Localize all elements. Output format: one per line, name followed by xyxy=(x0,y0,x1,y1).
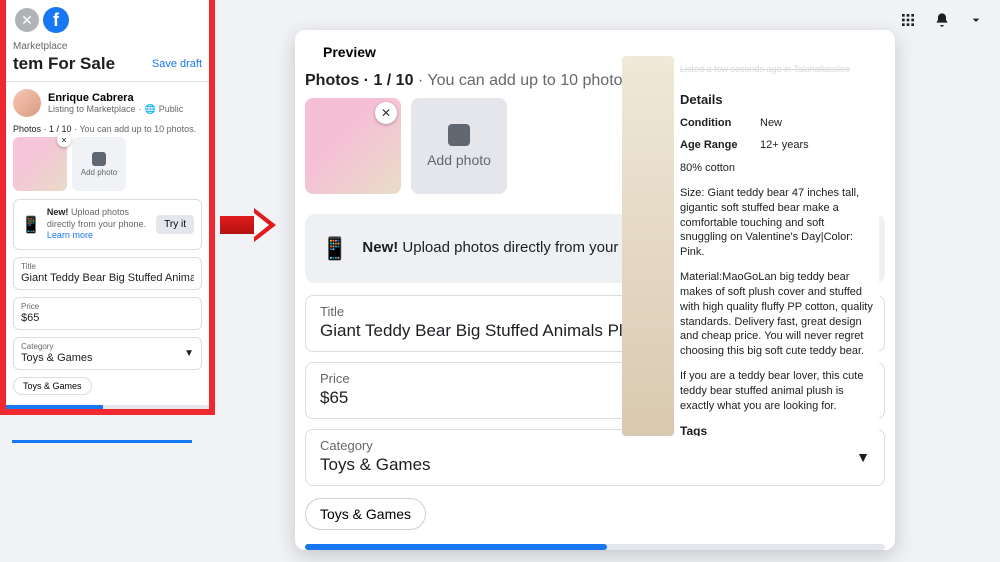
user-avatar xyxy=(13,89,41,117)
description-line: Size: Giant teddy bear 47 inches tall, g… xyxy=(680,186,873,260)
listing-details-panel: Listed a few seconds ago in Talahallassl… xyxy=(674,56,879,436)
page-title: tem For Sale xyxy=(13,54,115,74)
breadcrumb: Marketplace xyxy=(13,41,202,52)
form-progress xyxy=(6,405,209,409)
category-select[interactable]: Category Toys & Games ▼ xyxy=(305,429,885,486)
user-meta: Listing to Marketplace· 🌐 Public xyxy=(48,104,183,115)
description-line: Material:MaoGoLan big teddy bear makes o… xyxy=(680,270,873,359)
add-photo-icon xyxy=(92,152,106,166)
remove-photo-icon[interactable]: ✕ xyxy=(375,102,397,124)
photo-thumbnail[interactable]: ✕ xyxy=(305,98,401,194)
add-photo-button[interactable]: Add photo xyxy=(72,137,126,191)
globe-icon: 🌐 xyxy=(145,104,156,115)
apps-icon[interactable] xyxy=(894,6,922,34)
description-line: 80% cotton xyxy=(680,161,873,176)
photo-thumbnail[interactable]: ✕ xyxy=(13,137,67,191)
close-button[interactable]: ✕ xyxy=(15,8,39,32)
listing-photo-preview xyxy=(622,56,674,436)
chevron-down-icon: ▼ xyxy=(184,348,194,359)
listing-timestamp: Listed a few seconds ago in Talahallassl… xyxy=(680,64,873,74)
category-select[interactable]: Category Toys & Games ▼ xyxy=(13,337,202,370)
account-caret-icon[interactable] xyxy=(962,6,990,34)
tags-heading: Tags xyxy=(680,424,873,436)
user-name: Enrique Cabrera xyxy=(48,92,183,104)
left-listing-form: ✕ f Marketplace tem For Sale Save draft … xyxy=(0,0,215,415)
chevron-down-icon: ▼ xyxy=(856,449,870,465)
facebook-logo[interactable]: f xyxy=(43,7,69,33)
add-photo-button[interactable]: Add photo xyxy=(411,98,507,194)
upload-from-phone-banner: 📱 New! Upload photos directly from your … xyxy=(13,199,202,250)
remove-photo-icon[interactable]: ✕ xyxy=(57,133,71,147)
phone-icon: 📱 xyxy=(321,236,348,262)
form-progress xyxy=(305,544,885,550)
arrow-icon xyxy=(220,216,256,234)
add-photo-icon xyxy=(448,124,470,146)
try-it-button[interactable]: Try it xyxy=(156,215,194,234)
detail-row-condition: Condition New xyxy=(680,117,873,129)
description-line: If you are a teddy bear lover, this cute… xyxy=(680,369,873,414)
price-input[interactable]: Price $65 xyxy=(13,297,202,330)
photos-counter: Photos · 1 / 10 · You can add up to 10 p… xyxy=(13,124,202,134)
title-input[interactable]: Title Giant Teddy Bear Big Stuffed Anima… xyxy=(13,257,202,290)
save-draft-link[interactable]: Save draft xyxy=(152,58,202,70)
progress-bar-bottom xyxy=(12,440,192,443)
details-heading: Details xyxy=(680,92,873,107)
category-chip[interactable]: Toys & Games xyxy=(305,498,426,530)
detail-row-age-range: Age Range 12+ years xyxy=(680,139,873,151)
learn-more-link[interactable]: Learn more xyxy=(47,230,93,240)
notifications-icon[interactable] xyxy=(928,6,956,34)
phone-icon: 📱 xyxy=(21,215,41,235)
category-chip[interactable]: Toys & Games xyxy=(13,377,92,395)
